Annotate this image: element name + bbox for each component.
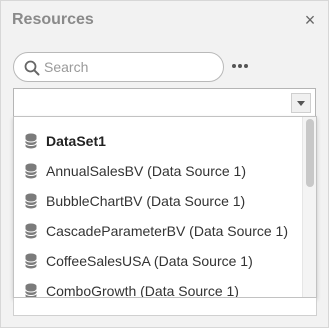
more-options-icon[interactable]: [231, 59, 249, 73]
list-item[interactable]: AnnualSalesBV (Data Source 1): [14, 156, 304, 186]
list-item-label: AnnualSalesBV (Data Source 1): [46, 163, 246, 179]
database-icon: [25, 253, 37, 269]
list-item-label: BubbleChartBV (Data Source 1): [46, 193, 246, 209]
search-input[interactable]: [44, 53, 214, 81]
database-icon: [25, 133, 37, 149]
search-box[interactable]: [13, 52, 224, 82]
panel-title: Resources: [12, 11, 94, 28]
database-icon: [25, 283, 37, 297]
database-icon: [25, 193, 37, 209]
dropdown-scrollbar[interactable]: [302, 117, 316, 297]
list-item[interactable]: BubbleChartBV (Data Source 1): [14, 186, 304, 216]
resources-panel: Resources × DataSet1: [0, 0, 329, 328]
scrollbar-thumb[interactable]: [306, 119, 314, 187]
list-item[interactable]: CascadeParameterBV (Data Source 1): [14, 216, 304, 246]
list-item-label: CoffeeSalesUSA (Data Source 1): [46, 253, 253, 269]
list-item[interactable]: DataSet1: [14, 126, 304, 156]
list-item[interactable]: ComboGrowth (Data Source 1): [14, 276, 304, 298]
list-item-label: DataSet1: [46, 133, 106, 149]
panel-content-area: [13, 298, 317, 316]
dropdown-toggle-button[interactable]: [291, 93, 311, 113]
close-icon[interactable]: ×: [302, 10, 318, 30]
datasource-select[interactable]: [13, 88, 316, 117]
database-icon: [25, 163, 37, 179]
database-icon: [25, 223, 37, 239]
list-item[interactable]: CoffeeSalesUSA (Data Source 1): [14, 246, 304, 276]
chevron-down-icon: [297, 101, 305, 106]
list-item-label: CascadeParameterBV (Data Source 1): [46, 223, 288, 239]
list-item-label: ComboGrowth (Data Source 1): [46, 283, 239, 298]
search-icon: [24, 60, 40, 76]
datasource-dropdown-list: DataSet1 AnnualSalesBV (Data Source 1) B…: [13, 116, 317, 298]
